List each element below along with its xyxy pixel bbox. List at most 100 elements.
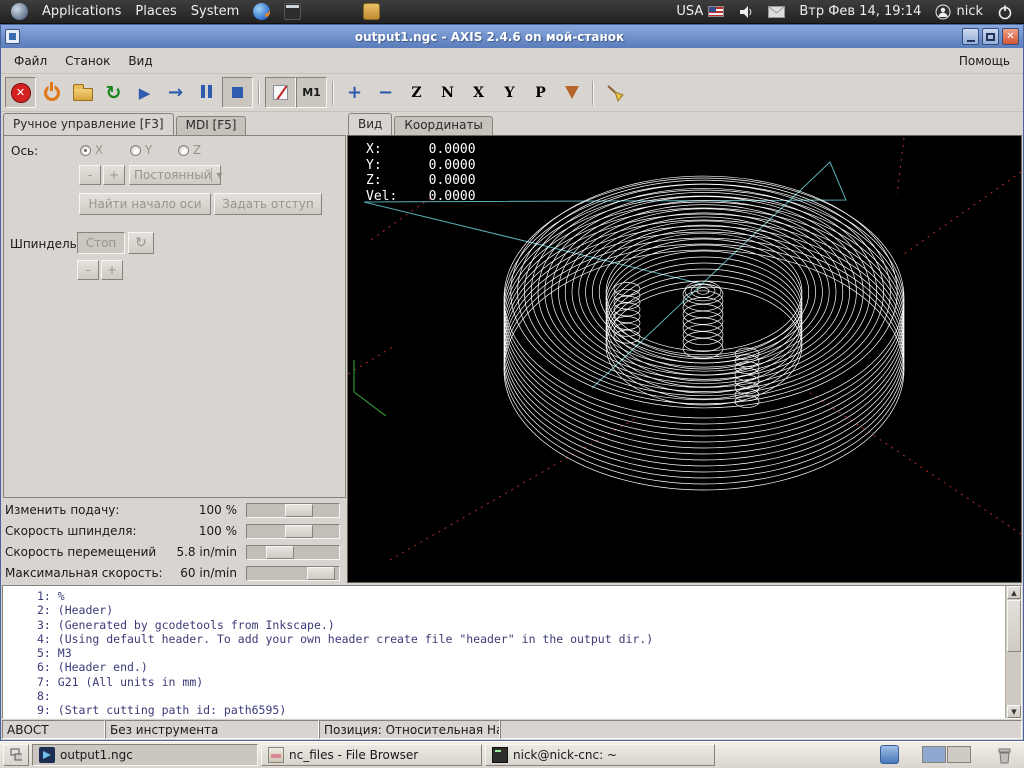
gcode-line[interactable]: 4: (Using default header. To add your ow… xyxy=(3,632,1021,646)
zoom-out-icon: − xyxy=(378,82,393,103)
spindle-stop-button[interactable]: Стоп xyxy=(77,232,125,254)
window-list-button[interactable] xyxy=(3,744,29,766)
gcode-line[interactable]: 8: xyxy=(3,689,1021,703)
scroll-down-icon[interactable]: ▼ xyxy=(1007,705,1021,718)
view-front-icon: Y xyxy=(505,85,515,101)
view-perspective-button[interactable]: P xyxy=(525,77,556,108)
jog-speed-slider[interactable] xyxy=(246,545,340,560)
jog-plus-button[interactable]: + xyxy=(103,165,125,185)
estop-button[interactable]: ✕ xyxy=(5,77,36,108)
firefox-launcher[interactable] xyxy=(246,0,277,24)
view-top-button[interactable]: Z xyxy=(401,77,432,108)
axis-window: output1.ngc - AXIS 2.4.6 on мой-станок ✕… xyxy=(0,24,1024,741)
menu-view[interactable]: Вид xyxy=(119,50,161,72)
view-front-button[interactable]: Y xyxy=(494,77,525,108)
menu-system-label: System xyxy=(191,4,239,19)
main-menu-button[interactable] xyxy=(4,0,35,24)
slider-handle[interactable] xyxy=(285,504,313,517)
menu-file[interactable]: Файл xyxy=(5,50,56,72)
clock-applet[interactable]: Втр Фев 14, 19:14 xyxy=(792,0,928,24)
close-button[interactable]: ✕ xyxy=(1002,28,1019,45)
keyboard-layout-indicator[interactable]: USA xyxy=(669,0,731,24)
workspace-2[interactable] xyxy=(947,746,971,763)
slider-handle[interactable] xyxy=(266,546,294,559)
menu-system[interactable]: System xyxy=(184,0,246,24)
app-launcher[interactable] xyxy=(356,0,387,24)
zoom-in-button[interactable]: + xyxy=(339,77,370,108)
slider-handle[interactable] xyxy=(285,525,313,538)
mail-applet[interactable] xyxy=(761,0,792,24)
gcode-line[interactable]: 2: (Header) xyxy=(3,603,1021,617)
titlebar[interactable]: output1.ngc - AXIS 2.4.6 on мой-станок ✕ xyxy=(1,25,1023,48)
menu-help[interactable]: Помощь xyxy=(950,50,1019,72)
jog-mode-select[interactable]: Постоянный ▾ xyxy=(129,165,221,185)
tab-manual-control[interactable]: Ручное управление [F3] xyxy=(3,113,174,135)
gcode-listing[interactable]: 1: % 2: (Header) 3: (Generated by gcodet… xyxy=(2,585,1022,719)
spindle-turn-button[interactable]: ↻ xyxy=(128,232,154,254)
slash-icon xyxy=(273,85,288,100)
tab-mdi[interactable]: MDI [F5] xyxy=(176,116,247,135)
gcode-line[interactable]: 1: % xyxy=(3,589,1021,603)
axis-y-label: Y xyxy=(145,143,152,157)
reload-button[interactable]: ↻ xyxy=(98,77,129,108)
gcode-line[interactable]: 3: (Generated by gcodetools from Inkscap… xyxy=(3,618,1021,632)
step-button[interactable]: → xyxy=(160,77,191,108)
open-file-button[interactable] xyxy=(67,77,98,108)
user-menu[interactable]: nick xyxy=(928,0,990,24)
task-output1[interactable]: output1.ngc xyxy=(32,744,258,766)
clear-plot-button[interactable] xyxy=(599,77,630,108)
view-rotated-top-button[interactable]: N xyxy=(432,77,463,108)
view-side-button[interactable]: X xyxy=(463,77,494,108)
stop-button[interactable] xyxy=(222,77,253,108)
gcode-line[interactable]: 9: (Start cutting path id: path6595) xyxy=(3,703,1021,717)
menu-machine[interactable]: Станок xyxy=(56,50,119,72)
home-axis-button[interactable]: Найти начало оси xyxy=(79,193,211,215)
gcode-scrollbar[interactable]: ▲ ▼ xyxy=(1005,586,1021,718)
manual-tabs: Ручное управление [F3] MDI [F5] xyxy=(3,113,248,135)
max-velocity-slider[interactable] xyxy=(246,566,340,581)
panel-applet-icon[interactable] xyxy=(880,745,899,764)
scroll-up-icon[interactable]: ▲ xyxy=(1007,586,1021,599)
backplot-preview[interactable]: X: 0.0000 Y: 0.0000 Z: 0.0000 Vel: 0.000… xyxy=(347,135,1022,583)
optional-stop-toggle[interactable]: M1 xyxy=(296,77,327,108)
axis-radio-z[interactable]: Z xyxy=(178,143,201,157)
maximize-button[interactable] xyxy=(982,28,999,45)
menu-places[interactable]: Places xyxy=(128,0,183,24)
spindle-override-slider[interactable] xyxy=(246,524,340,539)
gcode-line[interactable]: 5: M3 xyxy=(3,646,1021,660)
volume-applet[interactable] xyxy=(731,0,761,24)
skip-lines-toggle[interactable] xyxy=(265,77,296,108)
radio-selected-icon xyxy=(80,145,91,156)
machine-power-button[interactable] xyxy=(36,77,67,108)
feed-override-slider[interactable] xyxy=(246,503,340,518)
gcode-line[interactable]: 7: G21 (All units in mm) xyxy=(3,675,1021,689)
menu-applications[interactable]: Applications xyxy=(35,0,128,24)
minimize-button[interactable] xyxy=(962,28,979,45)
tab-dro[interactable]: Координаты xyxy=(394,116,493,135)
tab-preview[interactable]: Вид xyxy=(348,113,392,135)
trash-applet[interactable] xyxy=(995,745,1013,768)
axis-radio-x[interactable]: X xyxy=(80,143,103,157)
pause-button[interactable] xyxy=(191,77,222,108)
jog-minus-button[interactable]: - xyxy=(79,165,101,185)
user-name-label: nick xyxy=(956,4,983,19)
axes-indicator xyxy=(354,360,386,416)
touch-off-button[interactable]: Задать отступ xyxy=(214,193,322,215)
minimize-icon xyxy=(967,40,975,42)
task-terminal[interactable]: nick@nick-cnc: ~ xyxy=(485,744,715,766)
flag-icon xyxy=(708,6,724,17)
task-file-browser[interactable]: nc_files - File Browser xyxy=(261,744,482,766)
scrollbar-thumb[interactable] xyxy=(1007,600,1021,652)
slider-handle[interactable] xyxy=(307,567,335,580)
zoom-out-button[interactable]: − xyxy=(370,77,401,108)
rotate-view-button[interactable] xyxy=(556,77,587,108)
gcode-line[interactable]: 6: (Header end.) xyxy=(3,660,1021,674)
slider-label: Скорость шпинделя: xyxy=(5,524,136,538)
axis-radio-y[interactable]: Y xyxy=(130,143,152,157)
spindle-minus-button[interactable]: - xyxy=(77,260,99,280)
workspace-1[interactable] xyxy=(922,746,946,763)
terminal-launcher[interactable] xyxy=(277,0,308,24)
shutdown-button[interactable] xyxy=(990,0,1020,24)
spindle-plus-button[interactable]: + xyxy=(101,260,123,280)
run-button[interactable]: ▶ xyxy=(129,77,160,108)
